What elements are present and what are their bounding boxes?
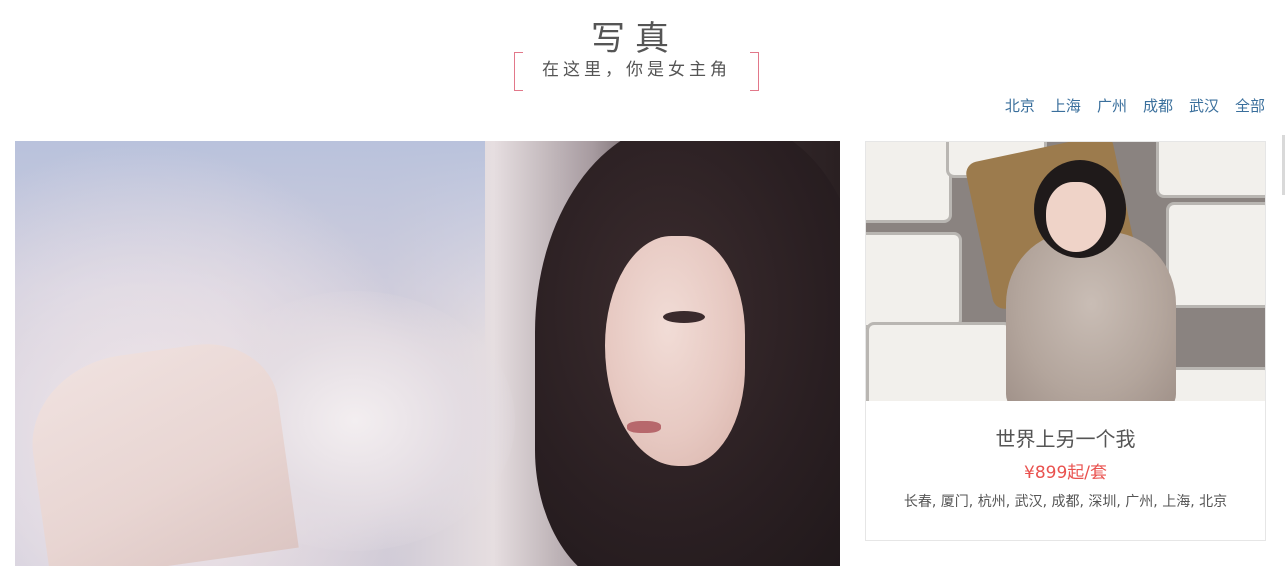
page-subtitle: 在这里，你是女主角: [542, 60, 731, 80]
city-link-guangzhou[interactable]: 广州: [1097, 95, 1127, 116]
hero-lip: [627, 421, 661, 433]
city-link-shanghai[interactable]: 上海: [1051, 95, 1081, 116]
city-link-wuhan[interactable]: 武汉: [1189, 95, 1219, 116]
subtitle-frame: 在这里，你是女主角: [514, 52, 759, 91]
city-filter-nav: 北京 上海 广州 成都 武汉 全部: [1005, 95, 1265, 116]
package-card-body: 世界上另一个我 ¥899起/套 长春, 厦门, 杭州, 武汉, 成都, 深圳, …: [866, 426, 1265, 512]
package-card-photo[interactable]: [866, 142, 1265, 401]
photo-person-face: [1046, 182, 1106, 252]
hero-face: [605, 236, 745, 466]
photo-chair: [1156, 142, 1265, 198]
photo-page: 写真 在这里，你是女主角 北京 上海 广州 成都 武汉 全部 世界上另一个我 ¥…: [0, 0, 1285, 566]
package-price: ¥899起/套: [1024, 463, 1107, 483]
hero-eye: [663, 311, 705, 323]
photo-chair: [866, 142, 952, 223]
city-link-beijing[interactable]: 北京: [1005, 95, 1035, 116]
photo-person-sweater: [1006, 232, 1176, 401]
photo-chair: [866, 232, 962, 328]
package-cities: 长春, 厦门, 杭州, 武汉, 成都, 深圳, 广州, 上海, 北京: [903, 494, 1228, 510]
package-title[interactable]: 世界上另一个我: [866, 426, 1265, 452]
photo-chair: [1166, 202, 1265, 308]
city-link-all[interactable]: 全部: [1235, 95, 1265, 116]
city-link-chengdu[interactable]: 成都: [1143, 95, 1173, 116]
photo-chair: [866, 322, 1012, 401]
package-card[interactable]: 世界上另一个我 ¥899起/套 长春, 厦门, 杭州, 武汉, 成都, 深圳, …: [865, 141, 1266, 541]
hero-photo[interactable]: [15, 141, 840, 566]
